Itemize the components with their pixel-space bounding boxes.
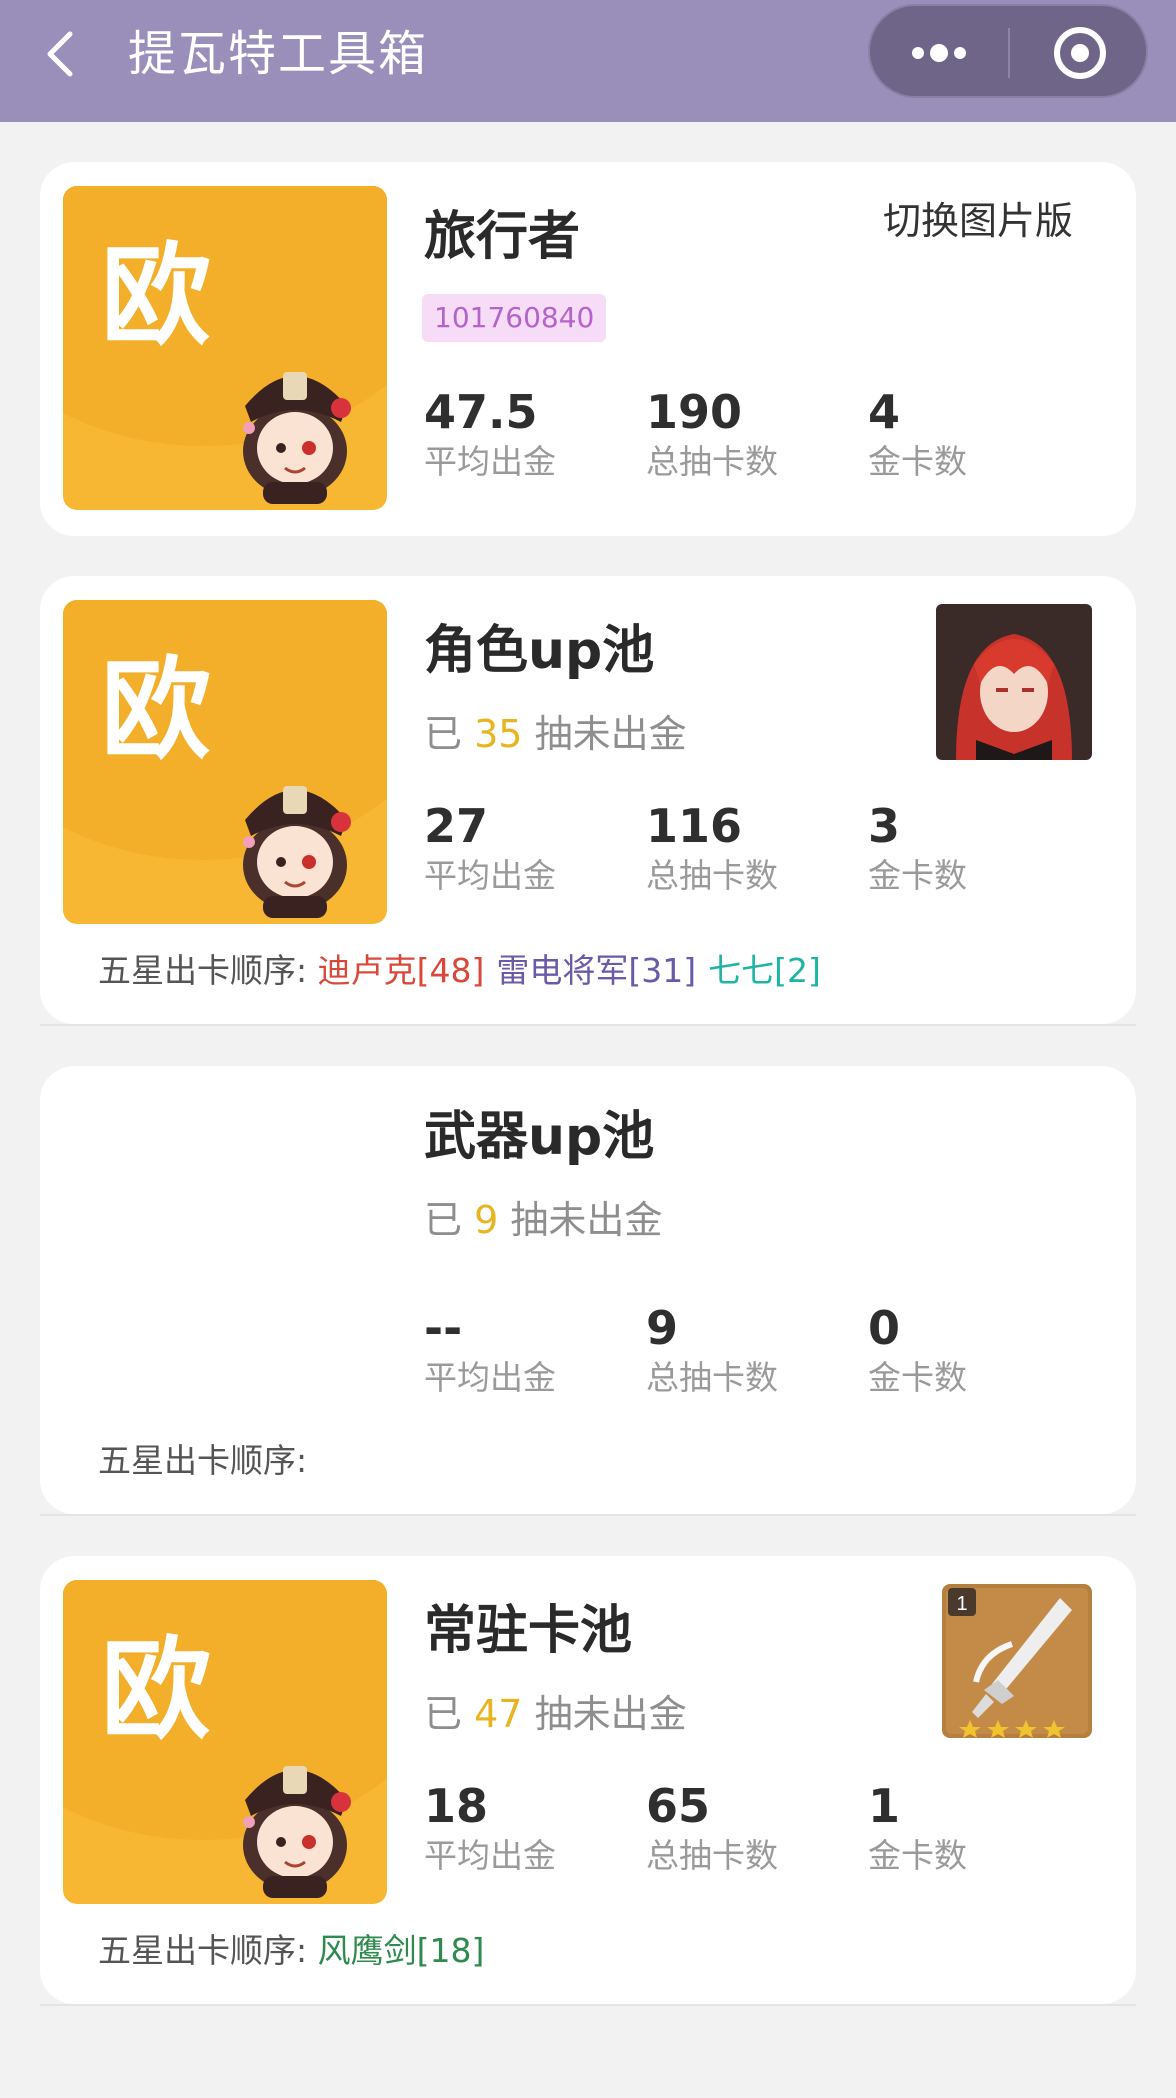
five-star-item: 七七[2] [708, 951, 821, 990]
stat-gold-cards: 3 金卡数 [868, 798, 1068, 898]
chevron-left-icon [47, 31, 73, 77]
five-star-order-label: 五星出卡顺序: [98, 1441, 308, 1480]
pool-name: 常驻卡池 [424, 1601, 633, 1661]
chibi-mascot-icon [243, 786, 351, 918]
profile-card: 欧 旅行者 101760840 切换图片版 47.5 平均出金 190 总抽卡数… [40, 162, 1136, 536]
stat-value: 18 [424, 1779, 489, 1833]
stat-gold-cards: 1 金卡数 [868, 1778, 1068, 1878]
pity-count: 47 [474, 1692, 523, 1736]
card-divider [40, 1514, 1136, 1516]
page-title: 提瓦特工具箱 [128, 26, 429, 82]
luck-rating-badge: 欧 [63, 1580, 387, 1904]
stat-avg-gold: -- 平均出金 [424, 1300, 624, 1400]
pool-name: 武器up池 [424, 1107, 655, 1167]
more-options-button[interactable] [870, 6, 1008, 96]
stat-value: 3 [868, 799, 901, 853]
rating-text: 欧 [101, 232, 211, 360]
stat-total-pulls: 116 总抽卡数 [646, 798, 846, 898]
stat-label: 金卡数 [868, 442, 967, 481]
pity-count: 35 [474, 712, 523, 756]
switch-image-version-link[interactable]: 切换图片版 [883, 192, 1073, 250]
five-star-item: 雷电将军[31] [496, 951, 697, 990]
stat-avg-gold: 47.5 平均出金 [424, 384, 624, 484]
pity-prefix: 已 [424, 1198, 463, 1242]
card-divider [40, 1024, 1136, 1026]
five-star-order: 五星出卡顺序: [98, 1436, 307, 1486]
close-mini-program-button[interactable] [1010, 6, 1146, 96]
target-circle-icon [1054, 27, 1106, 79]
five-star-order-label: 五星出卡顺序: [98, 951, 308, 990]
luck-rating-badge: 欧 [63, 186, 387, 510]
five-star-item: 迪卢克[48] [317, 951, 485, 990]
pool-card-standard: 欧 常驻卡池 已 47 抽未出金 1 18 平均出金 65 总抽卡数 1 金卡数… [40, 1556, 1136, 2004]
stat-value: 1 [868, 1779, 901, 1833]
stat-gold-cards: 4 金卡数 [868, 384, 1068, 484]
five-star-item: 风鹰剑[18] [317, 1931, 485, 1970]
stat-label: 平均出金 [424, 442, 556, 481]
player-uid-badge: 101760840 [422, 294, 607, 342]
pity-prefix: 已 [424, 712, 463, 756]
stat-label: 总抽卡数 [646, 1836, 778, 1875]
stat-label: 金卡数 [868, 856, 967, 895]
back-button[interactable] [40, 24, 90, 84]
nav-bar: 提瓦特工具箱 [0, 0, 1176, 122]
stat-label: 平均出金 [424, 1358, 556, 1397]
stat-label: 总抽卡数 [646, 1358, 778, 1397]
stat-value: 9 [646, 1301, 679, 1355]
player-name: 旅行者 [424, 207, 581, 267]
pity-prefix: 已 [424, 1692, 463, 1736]
stat-label: 平均出金 [424, 856, 556, 895]
luck-rating-badge: 欧 [63, 600, 387, 924]
more-dots-icon [912, 44, 966, 62]
pity-status: 已 35 抽未出金 [424, 704, 687, 764]
stat-label: 平均出金 [424, 1836, 556, 1875]
stat-value: 0 [868, 1301, 901, 1355]
rating-text: 欧 [101, 646, 211, 774]
stat-value: 116 [646, 799, 743, 853]
pity-suffix: 抽未出金 [534, 712, 687, 756]
five-star-order: 五星出卡顺序: 迪卢克[48] 雷电将军[31] 七七[2] [98, 946, 833, 996]
stat-value: -- [424, 1301, 463, 1355]
chibi-mascot-icon [243, 1766, 351, 1898]
mini-program-capsule [868, 4, 1148, 98]
stat-total-pulls: 9 总抽卡数 [646, 1300, 846, 1400]
stat-label: 金卡数 [868, 1836, 967, 1875]
chibi-mascot-icon [243, 372, 351, 504]
pity-suffix: 抽未出金 [534, 1692, 687, 1736]
rating-text: 欧 [101, 1626, 211, 1754]
stat-avg-gold: 18 平均出金 [424, 1778, 624, 1878]
stat-value: 47.5 [424, 385, 538, 439]
five-star-order: 五星出卡顺序: 风鹰剑[18] [98, 1926, 496, 1976]
stat-value: 4 [868, 385, 901, 439]
pool-card-weapon: 武器up池 已 9 抽未出金 -- 平均出金 9 总抽卡数 0 金卡数 五星出卡… [40, 1066, 1136, 1514]
pity-status: 已 9 抽未出金 [424, 1190, 662, 1250]
pool-name: 角色up池 [424, 621, 655, 681]
stat-value: 190 [646, 385, 743, 439]
stat-gold-cards: 0 金卡数 [868, 1300, 1068, 1400]
pity-status: 已 47 抽未出金 [424, 1684, 687, 1744]
stat-total-pulls: 190 总抽卡数 [646, 384, 846, 484]
character-portrait-icon [936, 604, 1092, 760]
stat-label: 金卡数 [868, 1358, 967, 1397]
stat-avg-gold: 27 平均出金 [424, 798, 624, 898]
stat-label: 总抽卡数 [646, 442, 778, 481]
sword-weapon-icon: 1 [942, 1584, 1092, 1738]
card-divider [40, 2004, 1136, 2006]
pity-count: 9 [474, 1198, 499, 1242]
pity-suffix: 抽未出金 [510, 1198, 663, 1242]
stat-total-pulls: 65 总抽卡数 [646, 1778, 846, 1878]
pool-card-character: 欧 角色up池 已 35 抽未出金 27 平均出金 116 总抽卡数 3 金卡数… [40, 576, 1136, 1024]
five-star-order-label: 五星出卡顺序: [98, 1931, 308, 1970]
stat-value: 65 [646, 1779, 711, 1833]
thumb-badge: 1 [956, 1593, 967, 1615]
stat-label: 总抽卡数 [646, 856, 778, 895]
stat-value: 27 [424, 799, 489, 853]
